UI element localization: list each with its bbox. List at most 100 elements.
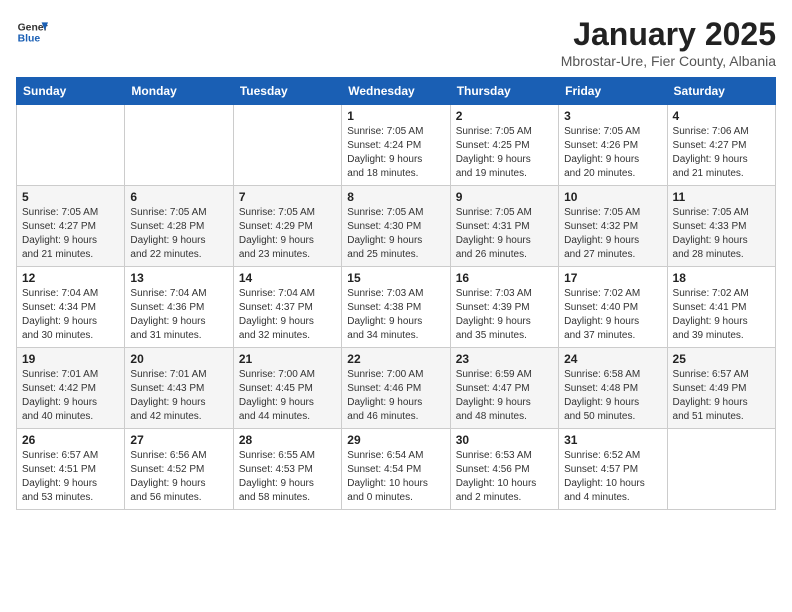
logo: General Blue [16, 16, 48, 48]
calendar-cell: 18 Sunrise: 7:02 AM Sunset: 4:41 PM Dayli… [667, 267, 775, 348]
calendar-cell: 30Sunrise: 6:53 AM Sunset: 4:56 PM Dayli… [450, 429, 558, 510]
day-info: Sunrise: 7:04 AM Sunset: 4:36 PM Dayligh… [130, 287, 227, 343]
calendar-cell: 16Sunrise: 7:03 AM Sunset: 4:39 PM Dayli… [450, 267, 558, 348]
calendar-cell: 5 Sunrise: 7:05 AM Sunset: 4:27 PM Daylig… [17, 186, 125, 267]
calendar-cell: 31 Sunrise: 6:52 AM Sunset: 4:57 PM Dayli… [559, 429, 667, 510]
weekday-header-row: SundayMondayTuesdayWednesdayThursdayFrid… [17, 78, 776, 105]
calendar-cell: 15 Sunrise: 7:03 AM Sunset: 4:38 PM Dayli… [342, 267, 450, 348]
day-info: Sunrise: 7:05 AM Sunset: 4:29 PM Dayligh… [239, 206, 336, 262]
calendar-cell: 7 Sunrise: 7:05 AM Sunset: 4:29 PM Daylig… [233, 186, 341, 267]
calendar-cell: 26Sunrise: 6:57 AM Sunset: 4:51 PM Dayli… [17, 429, 125, 510]
day-number: 18 [673, 271, 770, 285]
day-info: Sunrise: 6:52 AM Sunset: 4:57 PM Dayligh… [564, 449, 661, 505]
day-info: Sunrise: 6:54 AM Sunset: 4:54 PM Dayligh… [347, 449, 444, 505]
calendar-cell: 1 Sunrise: 7:05 AM Sunset: 4:24 PM Daylig… [342, 105, 450, 186]
calendar-cell [125, 105, 233, 186]
day-number: 11 [673, 190, 770, 204]
day-number: 2 [456, 109, 553, 123]
day-number: 9 [456, 190, 553, 204]
calendar-cell: 27Sunrise: 6:56 AM Sunset: 4:52 PM Dayli… [125, 429, 233, 510]
day-number: 13 [130, 271, 227, 285]
day-number: 27 [130, 433, 227, 447]
day-number: 7 [239, 190, 336, 204]
calendar-cell: 9 Sunrise: 7:05 AM Sunset: 4:31 PM Daylig… [450, 186, 558, 267]
day-info: Sunrise: 7:05 AM Sunset: 4:32 PM Dayligh… [564, 206, 661, 262]
day-number: 20 [130, 352, 227, 366]
day-number: 21 [239, 352, 336, 366]
day-info: Sunrise: 6:59 AM Sunset: 4:47 PM Dayligh… [456, 368, 553, 424]
day-info: Sunrise: 6:58 AM Sunset: 4:48 PM Dayligh… [564, 368, 661, 424]
day-info: Sunrise: 7:06 AM Sunset: 4:27 PM Dayligh… [673, 125, 770, 181]
calendar-cell: 2 Sunrise: 7:05 AM Sunset: 4:25 PM Daylig… [450, 105, 558, 186]
calendar-cell: 10 Sunrise: 7:05 AM Sunset: 4:32 PM Dayli… [559, 186, 667, 267]
day-number: 6 [130, 190, 227, 204]
day-info: Sunrise: 7:05 AM Sunset: 4:27 PM Dayligh… [22, 206, 119, 262]
calendar-table: SundayMondayTuesdayWednesdayThursdayFrid… [16, 77, 776, 510]
calendar-cell: 8Sunrise: 7:05 AM Sunset: 4:30 PM Daylig… [342, 186, 450, 267]
calendar-cell: 28 Sunrise: 6:55 AM Sunset: 4:53 PM Dayli… [233, 429, 341, 510]
calendar-cell: 19 Sunrise: 7:01 AM Sunset: 4:42 PM Dayli… [17, 348, 125, 429]
day-number: 24 [564, 352, 661, 366]
day-info: Sunrise: 6:57 AM Sunset: 4:51 PM Dayligh… [22, 449, 119, 505]
day-info: Sunrise: 6:57 AM Sunset: 4:49 PM Dayligh… [673, 368, 770, 424]
calendar-week-row: 26Sunrise: 6:57 AM Sunset: 4:51 PM Dayli… [17, 429, 776, 510]
day-info: Sunrise: 7:03 AM Sunset: 4:38 PM Dayligh… [347, 287, 444, 343]
weekday-header-friday: Friday [559, 78, 667, 105]
day-number: 19 [22, 352, 119, 366]
day-number: 1 [347, 109, 444, 123]
day-number: 4 [673, 109, 770, 123]
calendar-week-row: 12 Sunrise: 7:04 AM Sunset: 4:34 PM Dayli… [17, 267, 776, 348]
day-info: Sunrise: 7:00 AM Sunset: 4:45 PM Dayligh… [239, 368, 336, 424]
day-info: Sunrise: 7:05 AM Sunset: 4:26 PM Dayligh… [564, 125, 661, 181]
calendar-subtitle: Mbrostar-Ure, Fier County, Albania [561, 53, 776, 69]
day-number: 17 [564, 271, 661, 285]
calendar-cell: 21 Sunrise: 7:00 AM Sunset: 4:45 PM Dayli… [233, 348, 341, 429]
svg-text:Blue: Blue [18, 34, 41, 45]
day-info: Sunrise: 7:05 AM Sunset: 4:24 PM Dayligh… [347, 125, 444, 181]
calendar-cell: 3 Sunrise: 7:05 AM Sunset: 4:26 PM Daylig… [559, 105, 667, 186]
day-number: 22 [347, 352, 444, 366]
calendar-cell: 24 Sunrise: 6:58 AM Sunset: 4:48 PM Dayli… [559, 348, 667, 429]
calendar-week-row: 1 Sunrise: 7:05 AM Sunset: 4:24 PM Daylig… [17, 105, 776, 186]
calendar-body: 1 Sunrise: 7:05 AM Sunset: 4:24 PM Daylig… [17, 105, 776, 510]
day-info: Sunrise: 7:04 AM Sunset: 4:34 PM Dayligh… [22, 287, 119, 343]
day-number: 28 [239, 433, 336, 447]
day-info: Sunrise: 7:01 AM Sunset: 4:43 PM Dayligh… [130, 368, 227, 424]
calendar-cell [17, 105, 125, 186]
weekday-header-monday: Monday [125, 78, 233, 105]
day-info: Sunrise: 7:01 AM Sunset: 4:42 PM Dayligh… [22, 368, 119, 424]
weekday-header-thursday: Thursday [450, 78, 558, 105]
weekday-header-sunday: Sunday [17, 78, 125, 105]
calendar-week-row: 5 Sunrise: 7:05 AM Sunset: 4:27 PM Daylig… [17, 186, 776, 267]
day-info: Sunrise: 7:05 AM Sunset: 4:25 PM Dayligh… [456, 125, 553, 181]
title-block: January 2025 Mbrostar-Ure, Fier County, … [561, 16, 776, 69]
day-number: 3 [564, 109, 661, 123]
day-number: 16 [456, 271, 553, 285]
calendar-cell: 22Sunrise: 7:00 AM Sunset: 4:46 PM Dayli… [342, 348, 450, 429]
day-number: 29 [347, 433, 444, 447]
logo-icon: General Blue [16, 16, 48, 48]
day-info: Sunrise: 7:05 AM Sunset: 4:31 PM Dayligh… [456, 206, 553, 262]
calendar-cell: 12 Sunrise: 7:04 AM Sunset: 4:34 PM Dayli… [17, 267, 125, 348]
calendar-cell: 6 Sunrise: 7:05 AM Sunset: 4:28 PM Daylig… [125, 186, 233, 267]
day-info: Sunrise: 7:05 AM Sunset: 4:28 PM Dayligh… [130, 206, 227, 262]
day-number: 5 [22, 190, 119, 204]
day-number: 31 [564, 433, 661, 447]
weekday-header-tuesday: Tuesday [233, 78, 341, 105]
calendar-cell: 17 Sunrise: 7:02 AM Sunset: 4:40 PM Dayli… [559, 267, 667, 348]
day-info: Sunrise: 6:55 AM Sunset: 4:53 PM Dayligh… [239, 449, 336, 505]
calendar-week-row: 19 Sunrise: 7:01 AM Sunset: 4:42 PM Dayli… [17, 348, 776, 429]
day-info: Sunrise: 7:02 AM Sunset: 4:40 PM Dayligh… [564, 287, 661, 343]
day-info: Sunrise: 7:05 AM Sunset: 4:33 PM Dayligh… [673, 206, 770, 262]
calendar-cell: 4 Sunrise: 7:06 AM Sunset: 4:27 PM Daylig… [667, 105, 775, 186]
calendar-cell: 13 Sunrise: 7:04 AM Sunset: 4:36 PM Dayli… [125, 267, 233, 348]
day-number: 15 [347, 271, 444, 285]
day-number: 10 [564, 190, 661, 204]
day-number: 12 [22, 271, 119, 285]
day-number: 25 [673, 352, 770, 366]
calendar-title: January 2025 [561, 16, 776, 53]
day-info: Sunrise: 7:02 AM Sunset: 4:41 PM Dayligh… [673, 287, 770, 343]
weekday-header-saturday: Saturday [667, 78, 775, 105]
page-header: General Blue January 2025 Mbrostar-Ure, … [16, 16, 776, 69]
calendar-cell: 11 Sunrise: 7:05 AM Sunset: 4:33 PM Dayli… [667, 186, 775, 267]
